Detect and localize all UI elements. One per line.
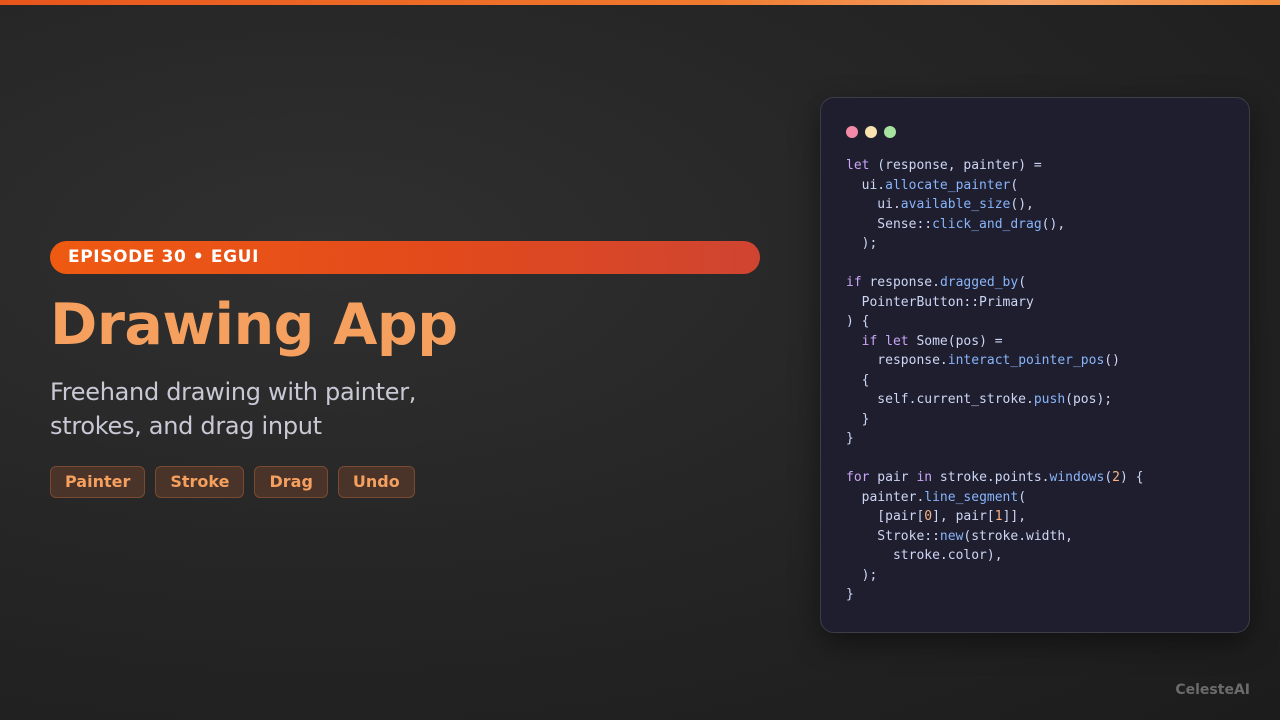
top-accent-bar [0,0,1280,5]
code-token: (), [1010,197,1034,212]
code-line: ui.available_size(), [846,195,1143,215]
code-line: } [846,585,1143,605]
code-token: (pos); [1065,392,1113,407]
code-line: let (response, painter) = [846,156,1143,176]
code-token: 2 [1112,470,1120,485]
code-token: () [1104,353,1120,368]
code-token: ); [846,236,878,251]
code-token: PointerButton::Primary [846,294,1034,310]
code-token: if [846,275,862,290]
close-dot-icon [846,126,858,138]
brand-watermark: CelesteAI [1175,682,1250,698]
code-token: 0 [924,509,933,524]
code-window: let (response, painter) = ui.allocate_pa… [820,97,1250,633]
tag-painter: Painter [50,466,146,498]
maximize-dot-icon [884,126,896,138]
code-token: push [1033,392,1066,407]
code-token: allocate_painter [885,177,1011,193]
code-token: ui. [846,177,886,193]
code-line: ) { [846,312,1143,332]
minimize-dot-icon [865,126,877,138]
code-token: [pair[ [846,509,925,524]
code-line: ui.allocate_painter( [846,176,1143,196]
code-token: (response, painter) = [869,158,1042,173]
code-token: in [916,470,933,485]
code-line: painter.line_segment( [846,488,1143,508]
code-token: available_size [900,197,1011,212]
code-token: if let [861,333,909,349]
code-token: interact_pointer_pos [947,353,1105,368]
code-token: ], pair[ [932,509,995,524]
code-line: Stroke::new(stroke.width, [846,527,1143,547]
code-line: } [846,410,1143,430]
code-token: ( [1018,275,1027,290]
code-token: for [846,470,870,485]
code-token: Stroke:: [846,528,940,544]
episode-badge: EPISODE 30 • EGUI [50,241,760,274]
code-token: } [846,411,870,427]
code-token: } [846,431,854,446]
code-line: } [846,429,1143,449]
code-line: stroke.color), [846,546,1143,566]
code-token: } [846,587,854,602]
code-line: for pair in stroke.points.windows(2) { [846,468,1143,488]
tag-drag: Drag [254,466,328,498]
code-token: Sense:: [846,216,933,232]
code-token: ui. [846,197,901,212]
code-line: if let Some(pos) = [846,332,1143,352]
subtitle: Freehand drawing with painter, strokes, … [50,378,417,440]
code-token: ); [846,567,878,583]
code-token: windows [1049,470,1105,485]
code-token: ) { [1119,470,1144,485]
code-token: 1 [994,509,1003,524]
code-token: Some(pos) = [908,333,1003,349]
code-snippet: let (response, painter) = ui.allocate_pa… [846,156,1143,605]
code-line: { [846,371,1143,391]
code-token: ( [1010,177,1019,193]
tag-list: Painter Stroke Drag Undo [50,466,415,498]
code-line: ); [846,566,1143,586]
code-token: stroke.points. [932,470,1050,485]
code-token: ( [1018,489,1027,505]
tag-undo: Undo [337,466,415,498]
code-token: painter. [846,489,925,505]
code-line: self.current_stroke.push(pos); [846,390,1143,410]
code-token: response. [846,353,948,368]
code-token: (), [1041,216,1066,232]
code-token: ( [1104,470,1113,485]
code-line: if response.dragged_by( [846,273,1143,293]
code-token: line_segment [924,489,1019,505]
page-title: Drawing App [50,292,458,358]
code-line: ); [846,234,1143,254]
code-token: response. [861,275,940,290]
code-token: (stroke.width, [963,528,1073,544]
code-token: click_and_drag [932,216,1042,232]
window-controls [846,126,896,138]
code-line: Sense::click_and_drag(), [846,215,1143,235]
tag-stroke: Stroke [155,466,245,498]
code-token: { [846,372,870,388]
code-line: response.interact_pointer_pos() [846,351,1143,371]
code-token: pair [869,470,917,485]
code-line: PointerButton::Primary [846,293,1143,313]
code-token: let [846,158,870,173]
code-line: [pair[0], pair[1]], [846,507,1143,527]
code-token: ) { [846,314,870,329]
code-token: new [939,528,964,544]
code-token: ]], [1002,509,1027,524]
code-token: dragged_by [939,275,1019,290]
code-token: self.current_stroke. [846,392,1034,407]
code-token: stroke.color), [846,548,1003,563]
